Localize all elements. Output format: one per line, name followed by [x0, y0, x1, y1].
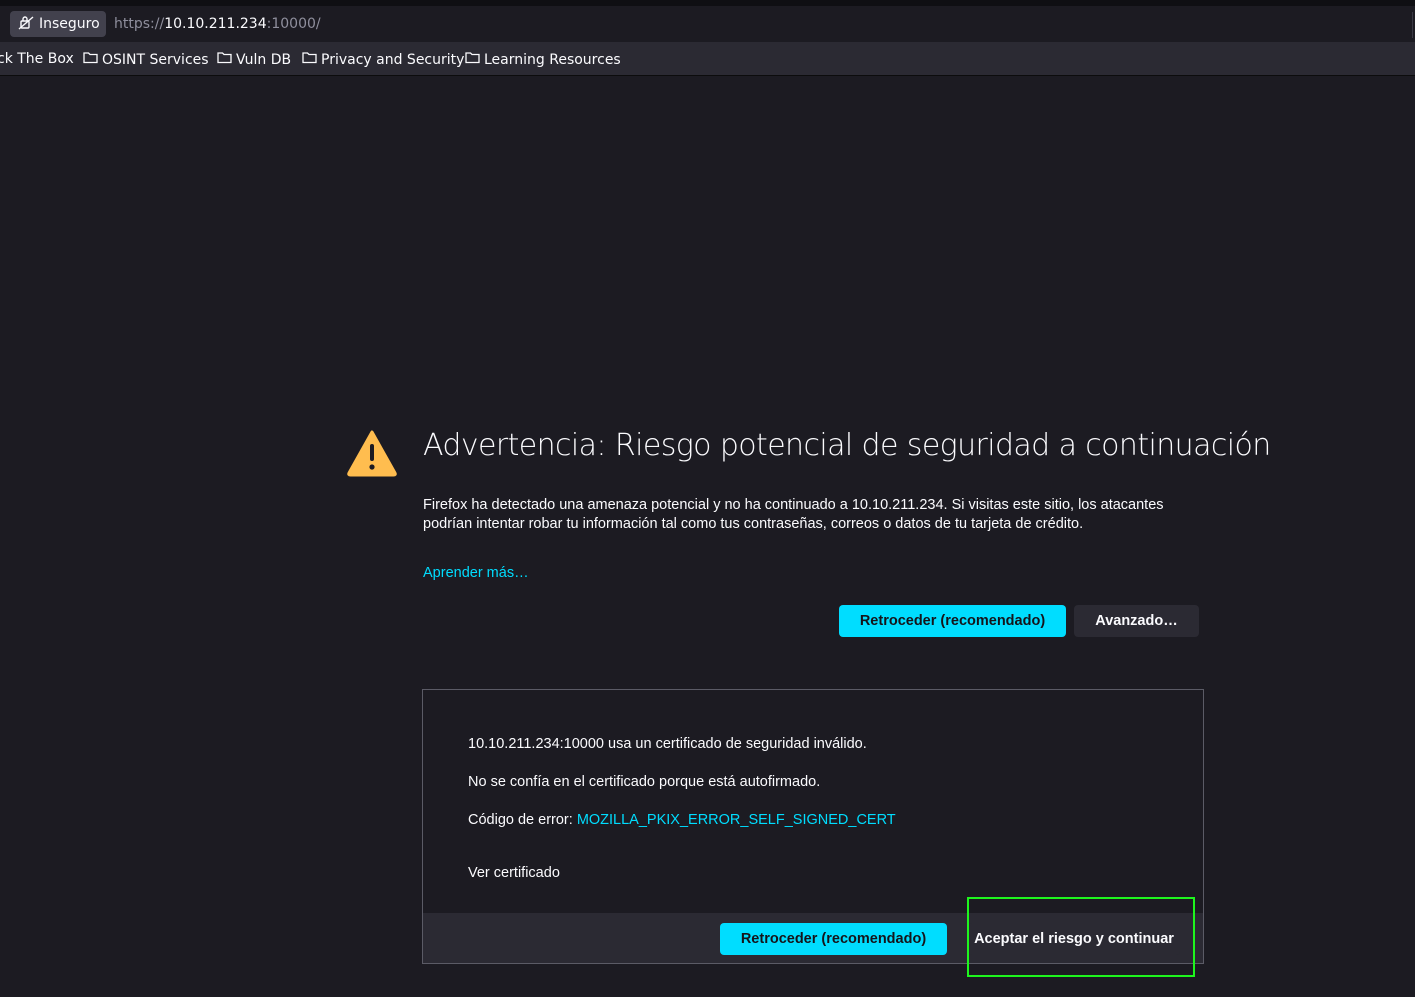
error-description: Firefox ha detectado una amenaza potenci…	[423, 497, 1164, 532]
bookmark-hack-the-box[interactable]: ck The Box	[0, 51, 74, 67]
url-port: :10000/	[266, 16, 321, 32]
identity-label: Inseguro	[39, 16, 100, 32]
learn-more-link[interactable]: Aprender más…	[423, 565, 529, 581]
bookmark-label: Privacy and Security	[321, 51, 465, 68]
advanced-panel: 10.10.211.234:10000 usa un certificado d…	[422, 689, 1204, 964]
bookmark-label: OSINT Services	[102, 51, 209, 68]
folder-icon	[217, 51, 236, 68]
url-text[interactable]: https://10.10.211.234:10000/	[114, 16, 321, 32]
accept-risk-button[interactable]: Aceptar el riesgo y continuar	[968, 923, 1180, 955]
url-protocol: https://	[114, 16, 165, 32]
folder-icon	[302, 51, 321, 68]
self-signed-text: No se confía en el certificado porque es…	[468, 774, 821, 790]
url-bar[interactable]: Inseguro https://10.10.211.234:10000/	[8, 10, 1413, 38]
folder-icon	[83, 51, 102, 68]
url-host: 10.10.211.234	[164, 16, 267, 32]
bookmarks-toolbar: ck The Box OSINT Services Vuln DB Privac…	[0, 42, 1415, 76]
warning-icon	[346, 429, 398, 481]
bookmark-label: Learning Resources	[484, 51, 621, 68]
urlbar-divider	[1412, 12, 1413, 38]
folder-icon	[465, 51, 484, 68]
error-code-label: Código de error:	[468, 812, 577, 828]
advanced-button[interactable]: Avanzado…	[1074, 605, 1199, 637]
error-code-line: Código de error: MOZILLA_PKIX_ERROR_SELF…	[468, 812, 896, 828]
advanced-go-back-button[interactable]: Retroceder (recomendado)	[720, 923, 947, 955]
bookmark-folder-vuln-db[interactable]: Vuln DB	[217, 51, 291, 68]
error-code-link[interactable]: MOZILLA_PKIX_ERROR_SELF_SIGNED_CERT	[577, 812, 896, 828]
bookmark-label: Vuln DB	[236, 51, 292, 68]
page-title: Advertencia: Riesgo potencial de segurid…	[423, 428, 1271, 463]
invalid-certificate-text: 10.10.211.234:10000 usa un certificado d…	[468, 736, 867, 752]
view-certificate-link[interactable]: Ver certificado	[468, 865, 560, 881]
advanced-panel-footer: Retroceder (recomendado) Aceptar el ries…	[423, 913, 1203, 963]
bookmark-folder-learning-resources[interactable]: Learning Resources	[465, 51, 621, 68]
go-back-button[interactable]: Retroceder (recomendado)	[839, 605, 1066, 637]
bookmark-folder-privacy-and-security[interactable]: Privacy and Security	[302, 51, 464, 68]
insecure-lock-icon	[18, 14, 39, 34]
navigation-bar: Inseguro https://10.10.211.234:10000/	[0, 6, 1415, 40]
bookmark-label: ck The Box	[0, 51, 74, 67]
site-identity-button[interactable]: Inseguro	[10, 11, 106, 37]
bookmark-folder-osint-services[interactable]: OSINT Services	[83, 51, 209, 68]
